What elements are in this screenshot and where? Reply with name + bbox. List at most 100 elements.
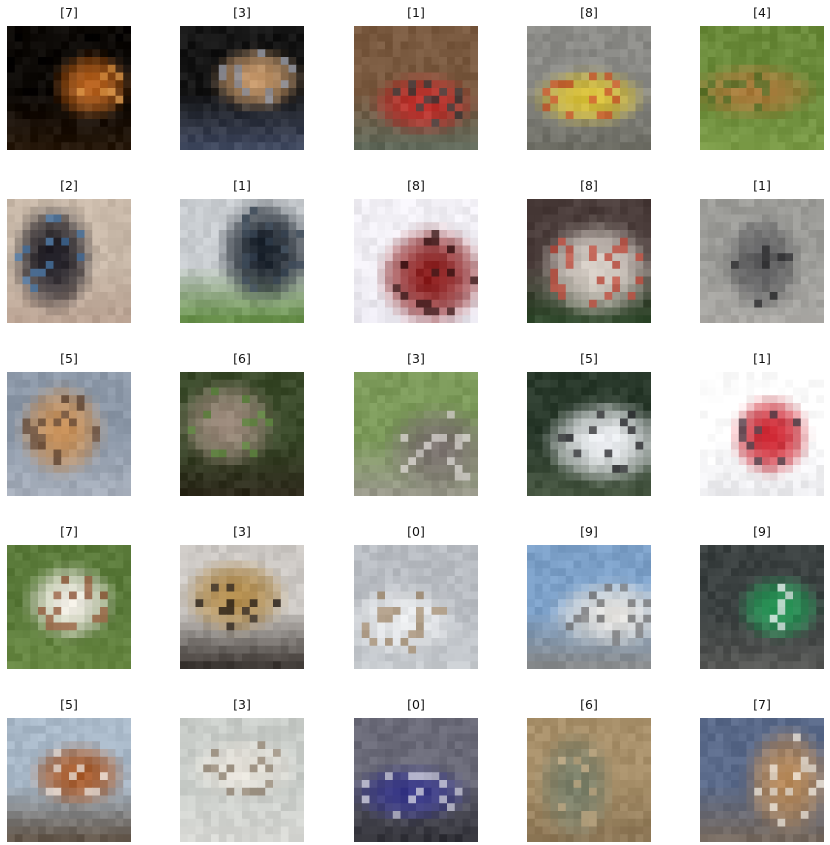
class-label: [1] (233, 178, 251, 193)
thumbnail-mosaic (527, 372, 651, 496)
grid-cell: [8] (354, 177, 478, 325)
automobile-photo (180, 199, 304, 323)
truck-photo (527, 545, 651, 669)
grid-cell: [8] (527, 177, 651, 325)
ship-photo (527, 199, 651, 323)
class-label: [8] (580, 178, 598, 193)
grid-cell: [7] (7, 523, 131, 671)
grid-cell: [3] (180, 696, 304, 844)
frog-photo (527, 718, 651, 842)
thumbnail-mosaic (354, 545, 478, 669)
thumbnail-mosaic (180, 26, 304, 150)
image-grid-figure: [7] [3] [1] [8] [4] [2] [1] [8] [8] [1] [5] [6] [3] [… (0, 0, 830, 845)
class-label: [3] (233, 5, 251, 20)
thumbnail-mosaic (7, 718, 131, 842)
grid-cell: [4] (700, 4, 824, 152)
class-label: [2] (60, 178, 78, 193)
thumbnail-mosaic (527, 26, 651, 150)
thumbnail-mosaic (700, 199, 824, 323)
grid-cell: [7] (7, 4, 131, 152)
dog-photo (7, 372, 131, 496)
thumbnail-mosaic (7, 26, 131, 150)
grid-cell: [0] (354, 696, 478, 844)
deer-photo (700, 26, 824, 150)
grid-cell: [0] (354, 523, 478, 671)
thumbnail-mosaic (527, 718, 651, 842)
automobile-photo (700, 372, 824, 496)
class-label: [7] (60, 524, 78, 539)
thumbnail-mosaic (180, 545, 304, 669)
class-label: [3] (233, 524, 251, 539)
thumbnail-mosaic (180, 718, 304, 842)
grid-cell: [2] (7, 177, 131, 325)
cat-photo (180, 26, 304, 150)
class-label: [3] (407, 351, 425, 366)
cat-photo (354, 372, 478, 496)
thumbnail-mosaic (7, 545, 131, 669)
class-label: [9] (753, 524, 771, 539)
grid-cell: [1] (354, 4, 478, 152)
thumbnail-mosaic (527, 545, 651, 669)
grid-cell: [9] (700, 523, 824, 671)
grid-cell: [5] (7, 696, 131, 844)
grid-cell: [1] (180, 177, 304, 325)
grid-cell: [1] (700, 177, 824, 325)
thumbnail-mosaic (7, 372, 131, 496)
automobile-photo (354, 26, 478, 150)
grid-cell: [3] (354, 350, 478, 498)
thumbnail-mosaic (700, 718, 824, 842)
thumbnail-mosaic (7, 199, 131, 323)
class-label: [3] (233, 697, 251, 712)
airplane-photo (354, 545, 478, 669)
dog-photo (527, 372, 651, 496)
boat-photo (527, 26, 651, 150)
thumbnail-mosaic (354, 718, 478, 842)
horse-photo (700, 718, 824, 842)
thumbnail-mosaic (354, 199, 478, 323)
class-label: [1] (407, 5, 425, 20)
thumbnail-mosaic (180, 372, 304, 496)
grid-cell: [3] (180, 4, 304, 152)
grid-cell: [7] (700, 696, 824, 844)
class-label: [7] (753, 697, 771, 712)
horse-photo (7, 545, 131, 669)
class-label: [0] (407, 524, 425, 539)
class-label: [5] (580, 351, 598, 366)
class-label: [1] (753, 178, 771, 193)
class-label: [5] (60, 697, 78, 712)
class-label: [0] (407, 697, 425, 712)
thumbnail-mosaic (354, 372, 478, 496)
thumbnail-mosaic (180, 199, 304, 323)
airplane-photo (354, 718, 478, 842)
class-label: [1] (753, 351, 771, 366)
bird-photo (7, 199, 131, 323)
truck-photo (700, 545, 824, 669)
thumbnail-mosaic (354, 26, 478, 150)
thumbnail-mosaic (700, 545, 824, 669)
grid-cell: [1] (700, 350, 824, 498)
horse-photo (7, 26, 131, 150)
class-label: [6] (233, 351, 251, 366)
class-label: [7] (60, 5, 78, 20)
class-label: [4] (753, 5, 771, 20)
cat-photo (180, 545, 304, 669)
class-label: [8] (580, 5, 598, 20)
grid-cell: [8] (527, 4, 651, 152)
grid-cell: [9] (527, 523, 651, 671)
dog-photo (7, 718, 131, 842)
cat-photo (180, 718, 304, 842)
thumbnail-mosaic (527, 199, 651, 323)
thumbnail-mosaic (700, 372, 824, 496)
thumbnail-mosaic (700, 26, 824, 150)
grid-cell: [6] (527, 696, 651, 844)
grid-cell: [5] (7, 350, 131, 498)
ship-photo (354, 199, 478, 323)
automobile-photo (700, 199, 824, 323)
class-label: [6] (580, 697, 598, 712)
frog-photo (180, 372, 304, 496)
grid-cell: [6] (180, 350, 304, 498)
grid-cell: [3] (180, 523, 304, 671)
class-label: [5] (60, 351, 78, 366)
class-label: [8] (407, 178, 425, 193)
grid-cell: [5] (527, 350, 651, 498)
